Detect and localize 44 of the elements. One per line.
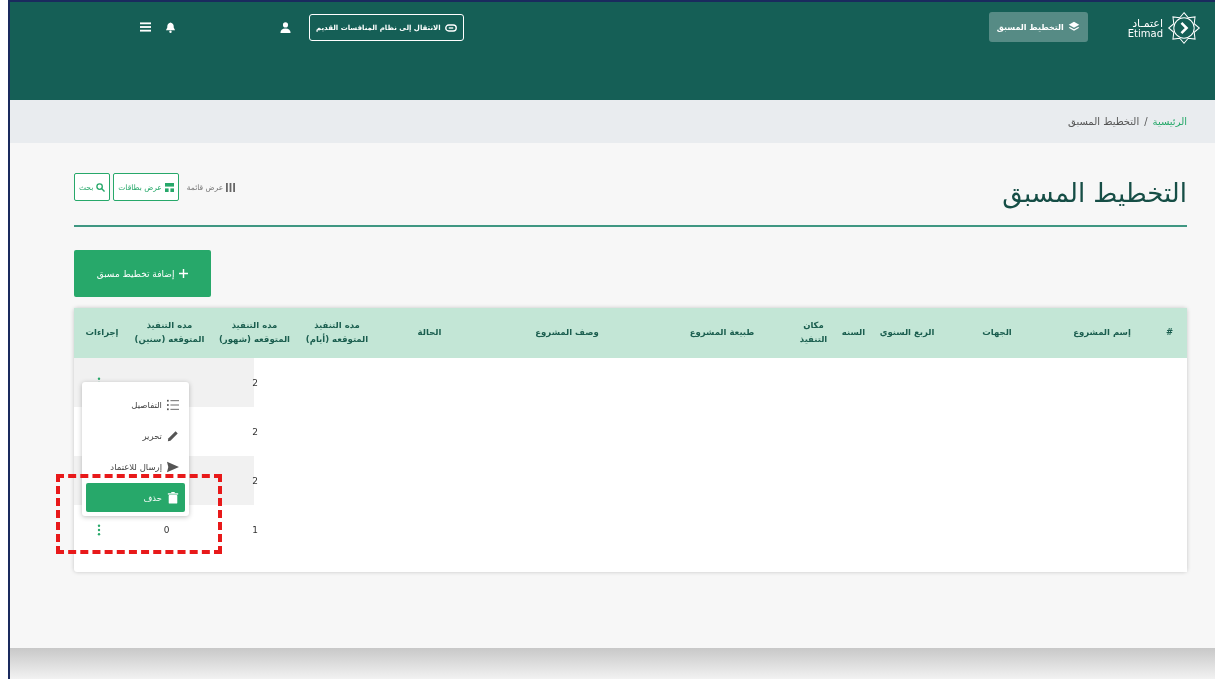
column-header: مده التنفيذ المتوقعه (أيام): [304, 319, 370, 347]
kebab-menu-icon[interactable]: [97, 523, 101, 536]
table-cell: 2: [252, 377, 258, 388]
cards-icon: [164, 182, 174, 192]
plus-icon: [179, 269, 189, 278]
column-header: الحالة: [416, 326, 443, 340]
menu-item[interactable]: تحرير: [86, 421, 185, 450]
table-cell: 2: [252, 426, 258, 437]
column-header: السنه: [840, 326, 867, 340]
send-icon: [167, 460, 179, 473]
user-icon[interactable]: [280, 22, 291, 33]
breadcrumb-text: /: [1144, 116, 1148, 127]
nav-button[interactable]: التخطيط المسبق: [988, 12, 1088, 42]
add-button[interactable]: إضافة تخطيط مسبق: [74, 250, 211, 297]
table-cell: 1: [252, 524, 258, 535]
column-header: مكان التنفيذ: [798, 319, 829, 346]
column-header: إسم المشروع: [1072, 326, 1132, 340]
breadcrumb-text: التخطيط المسبق: [1068, 116, 1140, 127]
columns-icon: [226, 182, 236, 192]
column-header: مده التنفيذ المتوقعه (شهور): [217, 319, 291, 346]
list-icon: [167, 398, 179, 411]
column-header: وصف المشروع: [534, 326, 600, 340]
column-header: مده التنفيذ المتوقعه (سنين): [133, 319, 206, 347]
page-title: التخطيط المسبق: [1002, 177, 1187, 208]
breadcrumb-link[interactable]: الرئيسية: [1152, 116, 1187, 127]
column-header: طبيعة المشروع: [688, 326, 756, 340]
menu-item[interactable]: حذف: [86, 483, 185, 512]
logo-text: Etimad: [1127, 28, 1163, 39]
table-cell: 2: [252, 475, 258, 486]
column-header: #: [1164, 326, 1175, 340]
grid-menu-icon[interactable]: [140, 22, 151, 32]
column-header: إجراءات: [84, 326, 120, 340]
search-icon: [96, 182, 106, 192]
notification-bell-icon[interactable]: [165, 22, 176, 33]
trash-icon: [167, 491, 179, 504]
layers-icon: [1067, 21, 1080, 33]
menu-item[interactable]: التفاصيل: [86, 390, 185, 419]
logo-text: اعتمـاد: [1132, 17, 1163, 29]
column-header: الربع السنوي: [878, 326, 936, 340]
table-cell: 0: [163, 524, 170, 535]
pencil-icon: [167, 429, 179, 442]
star-chevron-logo-icon: [1167, 11, 1201, 45]
link-icon: [444, 23, 457, 32]
column-header: الجهات: [981, 326, 1013, 340]
